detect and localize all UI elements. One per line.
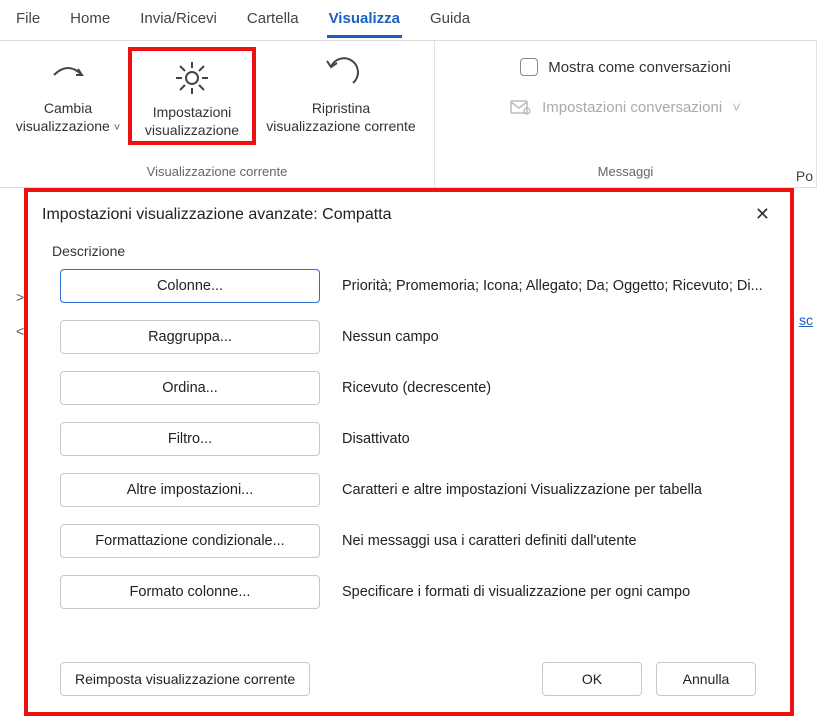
change-view-label2: visualizzazione xyxy=(16,118,110,134)
view-settings-label2: visualizzazione xyxy=(145,121,239,139)
change-view-button[interactable]: Cambia visualizzazione xyxy=(8,47,128,137)
sidebar-chevrons: > < xyxy=(16,280,24,348)
sort-button[interactable]: Ordina... xyxy=(60,371,320,405)
show-as-conversations-checkbox[interactable]: Mostra come conversazioni xyxy=(520,47,731,87)
reset-view-button[interactable]: Ripristina visualizzazione corrente xyxy=(256,47,426,137)
view-settings-label1: Impostazioni xyxy=(153,103,232,121)
reset-current-view-button[interactable]: Reimposta visualizzazione corrente xyxy=(60,662,310,696)
checkbox-icon xyxy=(520,58,538,76)
group-messages: Mostra come conversazioni Impostazioni c… xyxy=(435,41,817,187)
group-by-desc: Nessun campo xyxy=(342,329,772,345)
tab-folder[interactable]: Cartella xyxy=(245,6,301,38)
ribbon: Cambia visualizzazione Impostazioni visu… xyxy=(0,40,817,188)
other-settings-desc: Caratteri e altre impostazioni Visualizz… xyxy=(342,482,772,498)
tab-view[interactable]: Visualizza xyxy=(327,6,402,38)
dialog-footer: Reimposta visualizzazione corrente OK An… xyxy=(46,648,772,712)
view-settings-button[interactable]: Impostazioni visualizzazione xyxy=(128,47,256,145)
filter-button[interactable]: Filtro... xyxy=(60,422,320,456)
reset-view-label1: Ripristina xyxy=(312,99,370,117)
tab-file[interactable]: File xyxy=(14,6,42,38)
tab-send-receive[interactable]: Invia/Ricevi xyxy=(138,6,219,38)
tab-home[interactable]: Home xyxy=(68,6,112,38)
show-as-conversations-label: Mostra come conversazioni xyxy=(548,59,731,76)
chevron-down-icon xyxy=(110,118,120,134)
undo-icon xyxy=(321,53,361,95)
group-by-button[interactable]: Raggruppa... xyxy=(60,320,320,354)
ribbon-tabs: File Home Invia/Ricevi Cartella Visualiz… xyxy=(0,0,817,38)
group-current-view: Cambia visualizzazione Impostazioni visu… xyxy=(0,41,435,187)
sort-desc: Ricevuto (decrescente) xyxy=(342,380,772,396)
chevron-down-icon xyxy=(732,99,741,116)
conversation-settings-label: Impostazioni conversazioni xyxy=(542,99,722,116)
columns-button[interactable]: Colonne... xyxy=(60,269,320,303)
columns-desc: Priorità; Promemoria; Icona; Allegato; D… xyxy=(342,278,772,294)
group-title-current-view: Visualizzazione corrente xyxy=(8,160,426,185)
conditional-formatting-button[interactable]: Formattazione condizionale... xyxy=(60,524,320,558)
description-label: Descrizione xyxy=(52,243,772,259)
format-columns-button[interactable]: Formato colonne... xyxy=(60,575,320,609)
ribbon-overflow-text: Po xyxy=(796,168,817,184)
dialog-titlebar: Impostazioni visualizzazione avanzate: C… xyxy=(28,192,790,235)
cancel-button[interactable]: Annulla xyxy=(656,662,756,696)
ok-button[interactable]: OK xyxy=(542,662,642,696)
close-button[interactable]: ✕ xyxy=(749,202,776,227)
other-settings-button[interactable]: Altre impostazioni... xyxy=(60,473,320,507)
conversation-settings-button: Impostazioni conversazioni xyxy=(510,87,741,127)
settings-rows: Colonne... Priorità; Promemoria; Icona; … xyxy=(46,269,772,609)
change-view-label1: Cambia xyxy=(44,99,92,117)
conditional-formatting-desc: Nei messaggi usa i caratteri definiti da… xyxy=(342,533,772,549)
format-columns-desc: Specificare i formati di visualizzazione… xyxy=(342,584,772,600)
reset-view-label2: visualizzazione corrente xyxy=(266,117,415,135)
tab-help[interactable]: Guida xyxy=(428,6,472,38)
filter-desc: Disattivato xyxy=(342,431,772,447)
gear-icon xyxy=(172,57,212,99)
partial-link[interactable]: sc xyxy=(799,312,813,328)
group-title-messages: Messaggi xyxy=(443,160,808,185)
advanced-view-settings-dialog: Impostazioni visualizzazione avanzate: C… xyxy=(24,188,794,716)
change-view-icon xyxy=(48,53,88,95)
dialog-title: Impostazioni visualizzazione avanzate: C… xyxy=(42,206,392,224)
envelope-gear-icon xyxy=(510,98,532,116)
